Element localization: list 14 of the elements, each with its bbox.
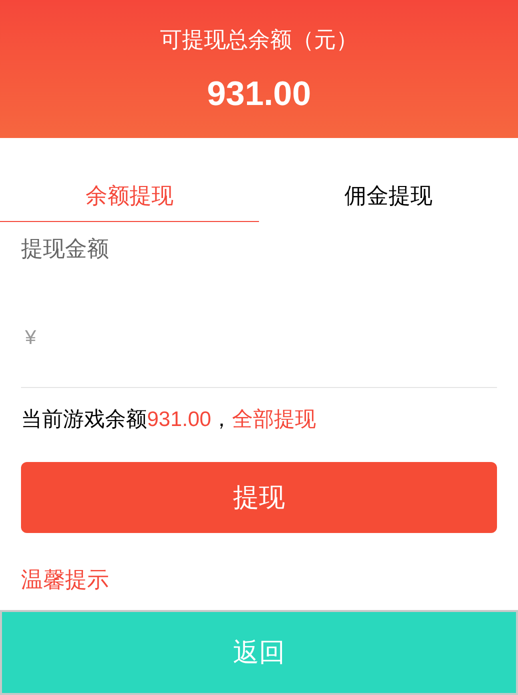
balance-label: 当前游戏余额 [21, 407, 147, 433]
withdraw-all-link[interactable]: 全部提现 [232, 406, 316, 434]
back-button[interactable]: 返回 [233, 633, 285, 672]
balance-amount: 931.00 [147, 407, 212, 433]
field-label: 提现金额 [21, 235, 110, 263]
currency-symbol: ¥ [25, 326, 36, 351]
amount-input-field[interactable]: ¥ [21, 316, 497, 388]
tab[interactable]: 佣金提现 [259, 170, 518, 222]
comma-text: ， [211, 407, 232, 433]
total-amount: 931.00 [207, 74, 311, 114]
tab[interactable]: 余额提现 [0, 170, 259, 222]
tips-title: 温馨提示 [21, 566, 110, 594]
withdraw-button[interactable]: 提现 [21, 462, 497, 533]
header-title: 可提现总余额（元） [160, 26, 358, 54]
